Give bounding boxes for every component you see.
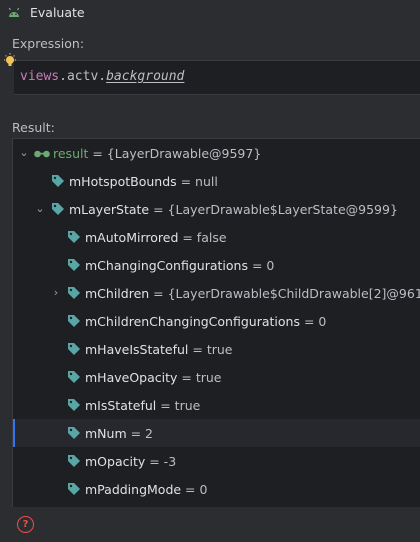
tree-row-value: = 0 bbox=[247, 257, 275, 273]
result-tree[interactable]: ⌄ result = {LayerDrawable@9597} mHotspot… bbox=[12, 138, 420, 507]
tree-row-name: mNum bbox=[85, 425, 127, 441]
lightbulb-icon[interactable] bbox=[2, 52, 18, 70]
expression-label: Expression: bbox=[12, 36, 85, 51]
expression-path: .actv. bbox=[59, 69, 107, 84]
tree-row-name: mLayerState bbox=[69, 201, 150, 217]
tree-row-value: = true bbox=[177, 369, 222, 385]
field-tag-icon bbox=[68, 455, 80, 467]
tree-row-label: mChildrenChangingConfigurations = 0 bbox=[85, 314, 326, 329]
tree-row-label: mChangingConfigurations = 0 bbox=[85, 258, 274, 273]
tree-row-label: result = {LayerDrawable@9597} bbox=[53, 146, 261, 161]
title-bar: Evaluate bbox=[0, 0, 420, 26]
tree-row-name: mPaddingMode bbox=[85, 481, 182, 497]
tree-row-value: = 0 bbox=[299, 313, 327, 329]
tree-row-name: mHaveIsStateful bbox=[85, 341, 189, 357]
tree-row-label: mHaveIsStateful = true bbox=[85, 342, 232, 357]
tree-row-label: mHaveOpacity = true bbox=[85, 370, 221, 385]
tree-row-value: = {LayerDrawable$LayerState@9599} bbox=[149, 201, 398, 217]
tree-row-label: mOpacity = -3 bbox=[85, 454, 176, 469]
expression-input[interactable]: views.actv.background bbox=[14, 60, 420, 95]
result-label: Result: bbox=[12, 120, 55, 135]
help-icon[interactable]: ? bbox=[17, 516, 34, 533]
field-tag-icon bbox=[68, 315, 80, 327]
tree-row-label: mNum = 2 bbox=[85, 426, 153, 441]
tree-row-name: mHaveOpacity bbox=[85, 369, 178, 385]
expression-method: background bbox=[106, 69, 185, 84]
tree-row-label: mIsStateful = true bbox=[85, 398, 200, 413]
expression-text: views.actv.background bbox=[20, 69, 184, 84]
field-tag-icon bbox=[68, 371, 80, 383]
tree-row-mchildrenchangingconfigurations[interactable]: mChildrenChangingConfigurations = 0 bbox=[13, 307, 420, 335]
tree-row-value: = {LayerDrawable@9597} bbox=[88, 145, 262, 161]
tree-row-mchildren[interactable]: › mChildren = {LayerDrawable$ChildDrawab… bbox=[13, 279, 420, 307]
glasses-icon bbox=[34, 150, 50, 158]
android-icon bbox=[8, 7, 20, 17]
field-tag-icon bbox=[68, 427, 80, 439]
expression-variable: views bbox=[20, 69, 60, 84]
tree-row-name: mHotspotBounds bbox=[69, 173, 177, 189]
tree-row-label: mLayerState = {LayerDrawable$LayerState@… bbox=[69, 202, 398, 217]
tree-row-mhaveisstateful[interactable]: mHaveIsStateful = true bbox=[13, 335, 420, 363]
field-tag-icon bbox=[52, 175, 64, 187]
tree-row-name: mChangingConfigurations bbox=[85, 257, 248, 273]
tree-row-mpaddingmode[interactable]: mPaddingMode = 0 bbox=[13, 475, 420, 503]
tree-row-result[interactable]: ⌄ result = {LayerDrawable@9597} bbox=[13, 139, 420, 167]
tree-row-mchangingconfigurations[interactable]: mChangingConfigurations = 0 bbox=[13, 251, 420, 279]
window-title: Evaluate bbox=[30, 5, 85, 20]
tree-row-value: = -3 bbox=[145, 453, 177, 469]
tree-row-value: = false bbox=[178, 229, 227, 245]
tree-row-label: mChildren = {LayerDrawable$ChildDrawable… bbox=[85, 286, 420, 301]
tree-row-name: mChildren bbox=[85, 285, 150, 301]
field-tag-icon bbox=[68, 287, 80, 299]
tree-row-name: mOpacity bbox=[85, 453, 146, 469]
tree-row-mopacity[interactable]: mOpacity = -3 bbox=[13, 447, 420, 475]
tree-row-value: = {LayerDrawable$ChildDrawable[2]@9611} bbox=[149, 285, 420, 301]
tree-row-name: mAutoMirrored bbox=[85, 229, 179, 245]
tree-row-label: mHotspotBounds = null bbox=[69, 174, 218, 189]
tree-row-mhaveopacity[interactable]: mHaveOpacity = true bbox=[13, 363, 420, 391]
chevron-down-icon[interactable]: ⌄ bbox=[19, 147, 29, 158]
field-tag-icon bbox=[68, 483, 80, 495]
field-tag-icon bbox=[68, 343, 80, 355]
tree-row-mlayerstate[interactable]: ⌄ mLayerState = {LayerDrawable$LayerStat… bbox=[13, 195, 420, 223]
tree-row-value: = true bbox=[156, 397, 201, 413]
tree-row-name: result bbox=[53, 145, 89, 161]
tree-row-misstateful[interactable]: mIsStateful = true bbox=[13, 391, 420, 419]
tree-row-label: mPaddingMode = 0 bbox=[85, 482, 207, 497]
tree-row-label: mAutoMirrored = false bbox=[85, 230, 227, 245]
tree-row-value: = null bbox=[176, 173, 218, 189]
tree-row-value: = true bbox=[188, 341, 233, 357]
field-tag-icon bbox=[68, 231, 80, 243]
tree-row-value: = 2 bbox=[126, 425, 154, 441]
tree-row-mnum[interactable]: mNum = 2 bbox=[13, 419, 420, 447]
tree-row-name: mChildrenChangingConfigurations bbox=[85, 313, 300, 329]
field-tag-icon bbox=[68, 399, 80, 411]
tree-row-mhotspotbounds[interactable]: mHotspotBounds = null bbox=[13, 167, 420, 195]
chevron-down-icon[interactable]: ⌄ bbox=[35, 203, 45, 214]
chevron-right-icon[interactable]: › bbox=[51, 287, 61, 298]
tree-row-name: mIsStateful bbox=[85, 397, 157, 413]
field-tag-icon bbox=[68, 259, 80, 271]
tree-row-value: = 0 bbox=[181, 481, 208, 497]
field-tag-icon bbox=[52, 203, 64, 215]
tree-row-mautomirrored[interactable]: mAutoMirrored = false bbox=[13, 223, 420, 251]
